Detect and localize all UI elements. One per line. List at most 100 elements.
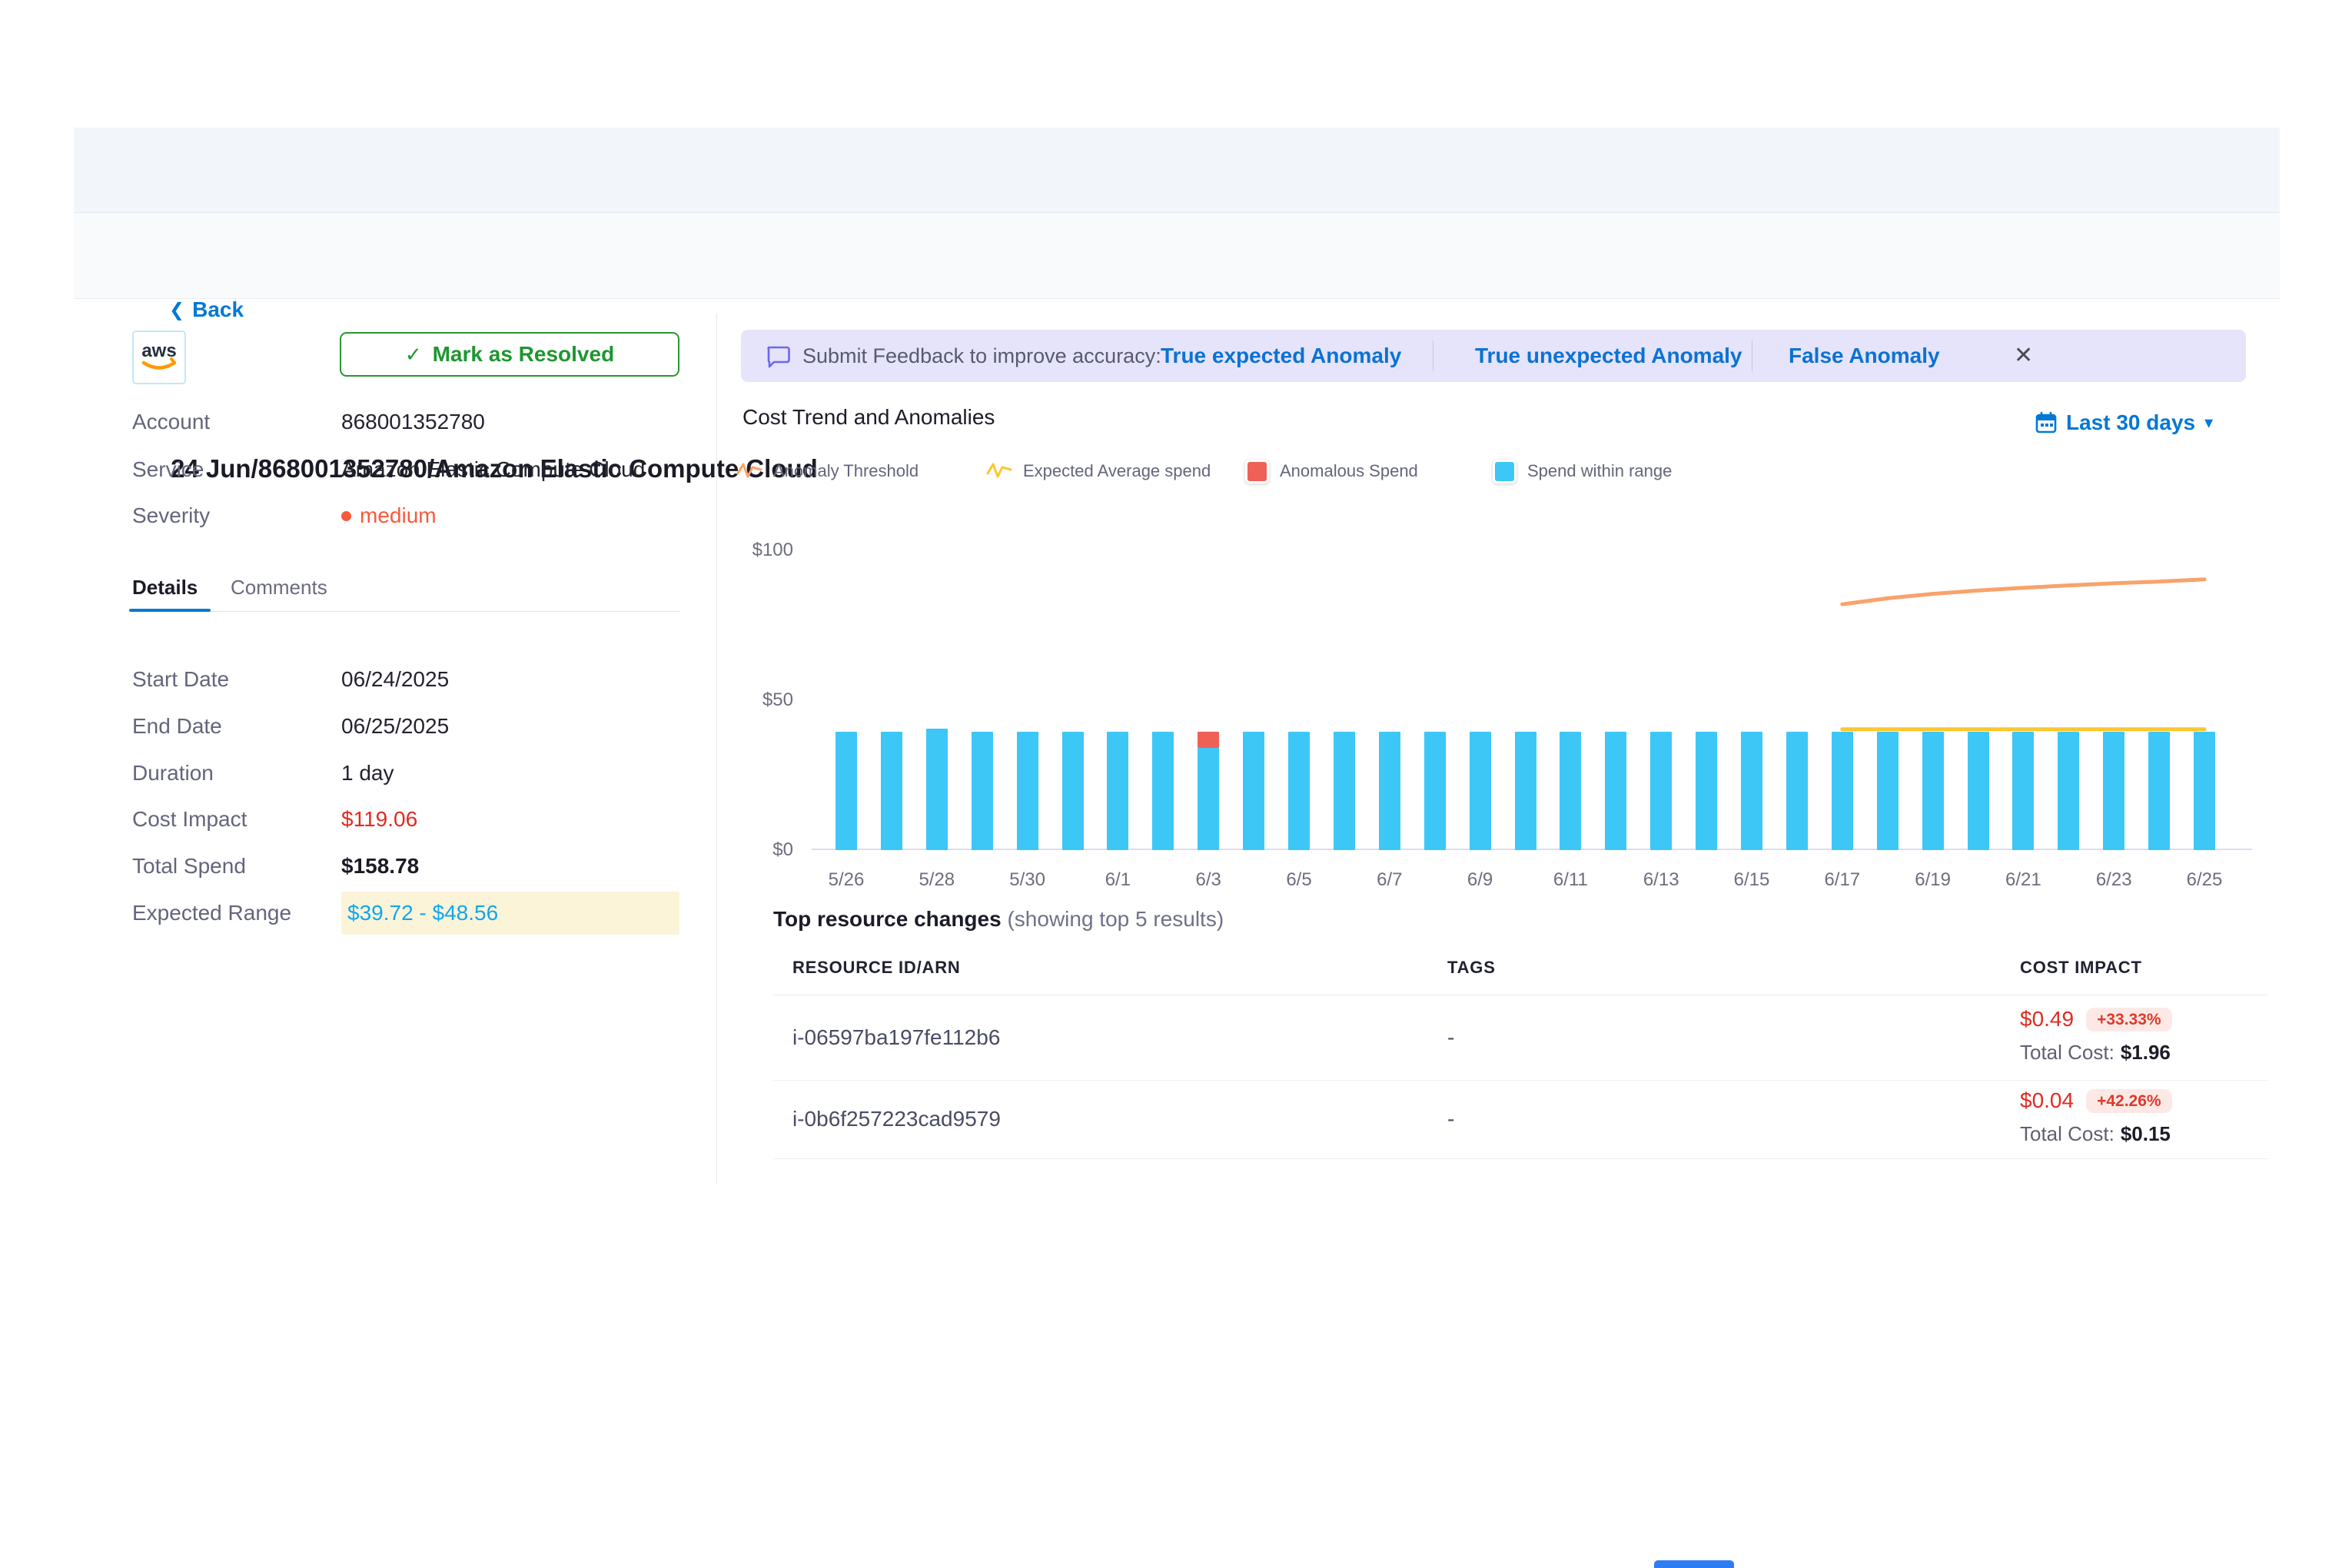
legend-square-icon [1493, 460, 1517, 483]
detail-value: 06/24/2025 [341, 666, 449, 693]
x-axis-label: 6/23 [2077, 869, 2151, 892]
squiggle-line-icon [736, 460, 762, 482]
x-axis-label: 6/13 [1624, 869, 1698, 892]
bar-5/27[interactable] [881, 732, 902, 850]
bar-6/13[interactable] [1650, 732, 1672, 850]
severity-value: medium [341, 503, 437, 529]
x-axis-label: 6/19 [1896, 869, 1970, 892]
cost-trend-chart: $0$50$1005/265/285/306/16/36/56/76/96/11… [744, 530, 2269, 892]
legend-item-anomaly-threshold: Anomaly Threshold [736, 459, 919, 483]
calendar-icon [2035, 411, 2057, 434]
bar-5/31[interactable] [1062, 732, 1084, 850]
cost-impact-cell: $0.49+33.33% [2020, 1007, 2172, 1031]
bar-5/26[interactable] [835, 732, 857, 850]
check-icon: ✓ [405, 343, 422, 367]
legend-label: Anomaly Threshold [773, 461, 919, 481]
feedback-option-2[interactable]: True unexpected Anomaly [1475, 330, 1742, 382]
x-axis-label: 6/17 [1806, 869, 1879, 892]
squiggle-line-icon [986, 460, 1012, 482]
panel-divider [716, 314, 717, 1184]
bar-6/12[interactable] [1605, 732, 1626, 850]
feedback-option-1[interactable]: True expected Anomaly [1161, 330, 1401, 382]
bar-6/9[interactable] [1470, 732, 1491, 850]
bar-6/7[interactable] [1379, 732, 1400, 850]
legend-label: Spend within range [1527, 461, 1672, 481]
detail-label: End Date [132, 713, 222, 739]
x-axis-label: 6/21 [1986, 869, 2060, 892]
date-range-selector[interactable]: Last 30 days ▾ [2035, 410, 2213, 435]
detail-label: Total Spend [132, 853, 246, 879]
aws-provider-badge: aws [132, 331, 186, 384]
bar-6/1[interactable] [1107, 732, 1128, 850]
bar-6/16[interactable] [1786, 732, 1808, 850]
legend-item-expected-average-spend: Expected Average spend [986, 459, 1211, 483]
bottom-partial-element [1654, 1560, 1734, 1568]
bar-6/14[interactable] [1696, 732, 1717, 850]
x-axis-label: 6/1 [1081, 869, 1154, 892]
legend-label: Anomalous Spend [1280, 461, 1418, 481]
bar-6/22[interactable] [2058, 732, 2079, 850]
legend-item-spend-within-range: Spend within range [1493, 459, 1672, 483]
legend-label: Expected Average spend [1023, 461, 1211, 481]
bar-6/15[interactable] [1741, 732, 1762, 850]
detail-label: Start Date [132, 666, 229, 693]
detail-value: 1 day [341, 760, 394, 786]
resource-id-cell: i-0b6f257223cad9579 [792, 1107, 1001, 1131]
feedback-banner: Submit Feedback to improve accuracy: ✕ T… [741, 330, 2246, 382]
chart-title: Cost Trend and Anomalies [742, 405, 995, 430]
table-column-header: COST IMPACT [2020, 958, 2142, 978]
bar-6/6[interactable] [1334, 732, 1355, 850]
table-row: i-06597ba197fe112b6-$0.49+33.33%Total Co… [773, 995, 2267, 1081]
bar-5/29[interactable] [972, 732, 993, 850]
bar-6/24[interactable] [2148, 732, 2170, 850]
back-button[interactable]: ❮ Back [169, 297, 244, 322]
change-percent-badge: +42.26% [2086, 1089, 2172, 1113]
back-chevron-icon: ❮ [169, 299, 184, 321]
detail-label: Expected Range [132, 900, 291, 926]
aws-logo-icon: aws [138, 340, 180, 375]
bar-6/11[interactable] [1560, 732, 1581, 850]
x-axis-label: 6/25 [2168, 869, 2241, 892]
tab-details[interactable]: Details [132, 575, 198, 600]
bar-5/28[interactable] [926, 729, 948, 850]
tab-comments[interactable]: Comments [231, 575, 327, 600]
mark-as-resolved-button[interactable]: ✓ Mark as Resolved [340, 332, 679, 377]
severity-dot-icon [341, 511, 351, 521]
detail-value: $158.78 [341, 853, 419, 879]
bar-anomalous-6/3[interactable] [1198, 732, 1219, 748]
bar-6/18[interactable] [1877, 732, 1899, 850]
date-range-label: Last 30 days [2066, 410, 2195, 435]
detail-value: $119.06 [341, 806, 417, 832]
active-tab-underline [129, 609, 211, 612]
bar-5/30[interactable] [1017, 732, 1038, 850]
bar-6/10[interactable] [1515, 732, 1536, 850]
expected-range-value: $39.72 - $48.56 [341, 892, 679, 935]
cost-impact-cell: $0.04+42.26% [2020, 1088, 2172, 1113]
speech-bubble-icon [766, 344, 790, 368]
bar-6/3[interactable] [1198, 748, 1219, 850]
summary-label: Account [132, 409, 210, 435]
y-axis-label: $100 [744, 539, 793, 562]
back-label: Back [192, 297, 244, 322]
bar-6/5[interactable] [1288, 732, 1310, 850]
bar-6/17[interactable] [1832, 732, 1853, 850]
resource-table-heading: Top resource changes (showing top 5 resu… [773, 907, 1224, 932]
anomaly-threshold-line [1842, 580, 2204, 604]
bar-6/25[interactable] [2194, 732, 2215, 850]
bar-6/21[interactable] [2012, 732, 2034, 850]
detail-value: 06/25/2025 [341, 713, 449, 739]
tags-cell: - [1447, 1025, 1454, 1050]
bar-6/20[interactable] [1968, 732, 1989, 850]
bar-6/2[interactable] [1152, 732, 1174, 850]
mark-as-resolved-label: Mark as Resolved [433, 342, 615, 367]
bar-6/19[interactable] [1922, 732, 1944, 850]
anomaly-details-page: Account: CCM-NG › Anomalies ❮ Back 24 Ju… [0, 0, 2352, 1568]
bar-6/4[interactable] [1243, 732, 1264, 850]
feedback-close-icon[interactable]: ✕ [2014, 330, 2033, 382]
feedback-option-3[interactable]: False Anomaly [1789, 330, 1940, 382]
change-percent-badge: +33.33% [2086, 1008, 2172, 1031]
summary-value: Amazon Elastic Compute Cloud [341, 457, 645, 483]
bar-6/23[interactable] [2103, 732, 2124, 850]
detail-label: Cost Impact [132, 806, 247, 832]
bar-6/8[interactable] [1424, 732, 1446, 850]
